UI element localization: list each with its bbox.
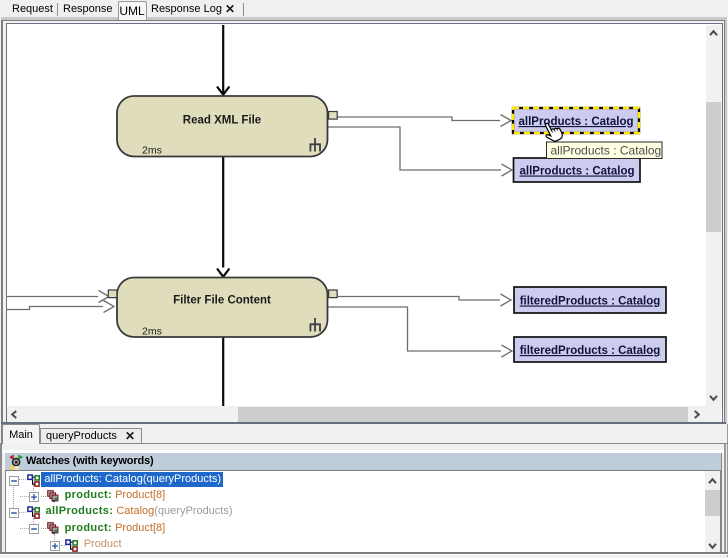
svg-text:2ms: 2ms <box>142 145 162 157</box>
svg-text:allProducts : Catalog: allProducts : Catalog <box>519 166 634 178</box>
svg-text:Read XML File: Read XML File <box>183 115 261 127</box>
svg-text:allProducts : Catalog: allProducts : Catalog <box>551 144 662 158</box>
svg-text:Filter File Content: Filter File Content <box>173 295 271 307</box>
svg-text:2ms: 2ms <box>142 326 162 338</box>
svg-text:filteredProducts : Catalog: filteredProducts : Catalog <box>520 296 661 308</box>
svg-text:allProducts : Catalog: allProducts : Catalog <box>518 116 633 128</box>
svg-text:filteredProducts : Catalog: filteredProducts : Catalog <box>520 345 661 357</box>
